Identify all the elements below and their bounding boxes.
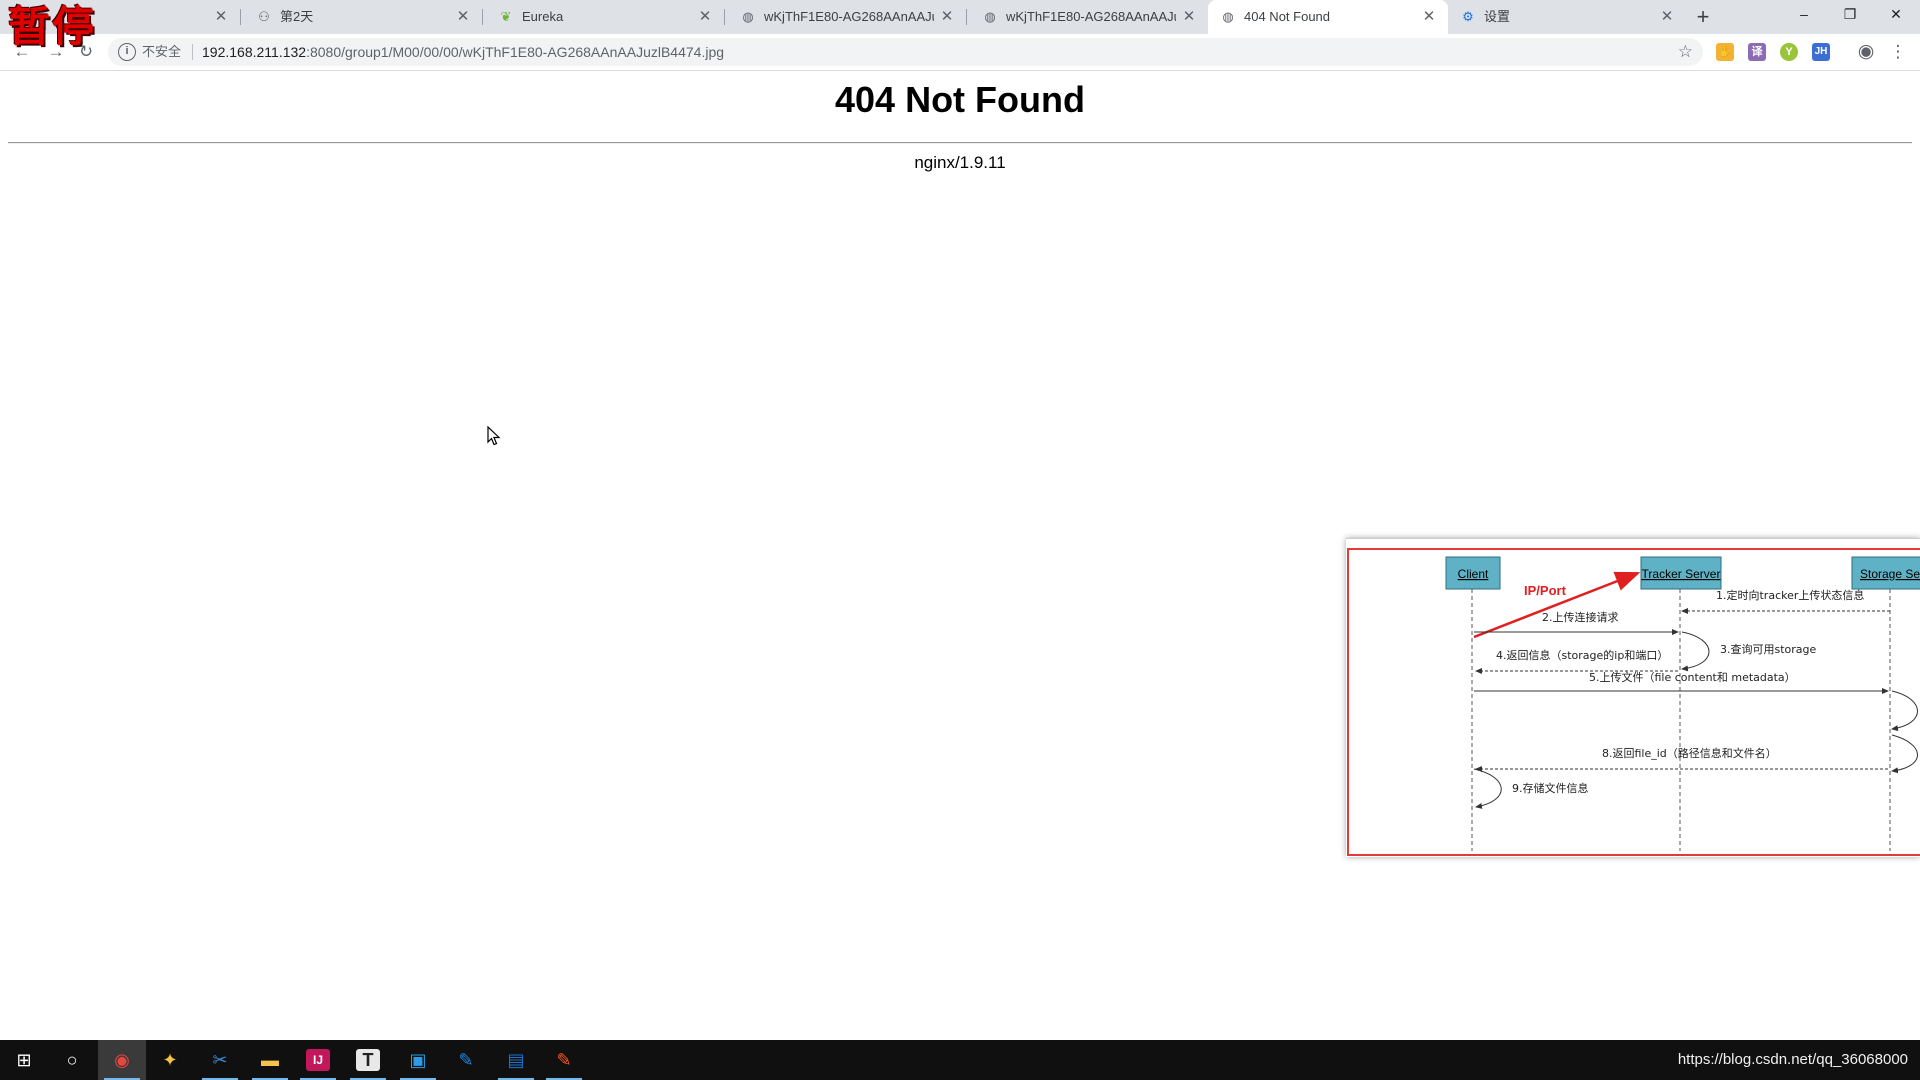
translate-icon[interactable]: 译 [1748, 43, 1766, 61]
restore-button[interactable]: ❐ [1827, 0, 1873, 30]
browser-tab-active[interactable]: ◍ 404 Not Found ✕ [1208, 0, 1448, 34]
taskbar: ⊞ ○ ◉ ✦ ✂ ▬ IJ T ▣ ✎ ▤ ✎ https://blog.cs… [0, 1040, 1920, 1080]
taskbar-app-recorder[interactable]: ✎ [540, 1040, 588, 1080]
globe-icon: ◍ [1222, 9, 1234, 24]
tab-close-icon[interactable]: ✕ [212, 8, 230, 26]
typora-icon: T [356, 1049, 380, 1071]
url-path: :8080/group1/M00/00/00/wKjThF1E80-AG268A… [306, 44, 725, 60]
message-label: 1.定时向tracker上传状态信息 [1716, 588, 1864, 602]
tab-title: wKjThF1E80-AG268AAnAAJuz [1006, 9, 1176, 24]
self-call-arrow [1681, 631, 1710, 672]
client-actor-label: Client [1458, 567, 1489, 581]
menu-icon[interactable]: ⋮ [1886, 40, 1910, 64]
message-label: 4.返回信息（storage的ip和端口） [1496, 648, 1668, 662]
sequence-diagram-panel: Client Tracker Server Storage Server IP/… [1346, 538, 1920, 857]
server-signature-text: nginx/1.9.11 [914, 153, 1006, 172]
tab-separator [482, 9, 483, 25]
page-title-text: 404 Not Found [835, 79, 1085, 120]
message-label: 2.上传连接请求 [1542, 611, 1619, 624]
divider [8, 142, 1912, 144]
tab-close-icon[interactable]: ✕ [696, 8, 714, 26]
tab-separator [966, 9, 967, 25]
browser-toolbar: ← → ↻ i 不安全 192.168.211.132:8080/group1/… [0, 34, 1920, 71]
minimize-button[interactable]: – [1781, 0, 1827, 30]
search-button[interactable]: ○ [48, 1040, 96, 1080]
mouse-pointer-icon [487, 426, 501, 446]
taskbar-app-squirrel[interactable]: ✦ [146, 1040, 194, 1080]
tab-title: Eureka [522, 9, 564, 24]
windows-start-icon: ⊞ [16, 1050, 32, 1070]
presentation-app-icon: ▤ [507, 1050, 525, 1070]
tab-title: 第2天 [280, 9, 314, 24]
tab-close-icon[interactable]: ✕ [1180, 8, 1198, 26]
recorder-app-icon: ✎ [556, 1050, 572, 1070]
taskbar-app-notes[interactable]: ▣ [394, 1040, 442, 1080]
url-host: 192.168.211.132 [202, 44, 307, 60]
taskbar-app-feather[interactable]: ✎ [442, 1040, 490, 1080]
tab-separator [724, 9, 725, 25]
cortana-search-icon: ○ [66, 1050, 78, 1070]
snipping-tool-icon: ✂ [212, 1050, 228, 1070]
browser-tab[interactable]: ◍ wKjThF1E80-AG268AAnAAJuz ✕ [728, 0, 966, 34]
leaf-icon: ❦ [500, 9, 512, 24]
storage-actor-label: Storage Server [1860, 567, 1920, 581]
account-icon[interactable]: ◉ [1854, 40, 1878, 64]
tab-title: wKjThF1E80-AG268AAnAAJuz [764, 9, 934, 24]
self-call-arrow [1891, 734, 1918, 774]
start-button[interactable]: ⊞ [0, 1040, 48, 1080]
browser-tab[interactable]: ❦ Eureka ✕ [486, 0, 724, 34]
divider [192, 44, 193, 60]
hand-icon[interactable]: ✋ [1716, 43, 1734, 61]
address-bar[interactable]: i 不安全 192.168.211.132:8080/group1/M00/00… [108, 38, 1703, 66]
browser-tab[interactable]: ◍ wKjThF1E80-AG268AAnAAJuz ✕ [970, 0, 1208, 34]
globe-icon: ◍ [742, 9, 754, 24]
file-explorer-icon: ▬ [261, 1050, 279, 1070]
new-tab-button[interactable]: + [1690, 5, 1716, 31]
squirrel-app-icon: ✦ [162, 1050, 178, 1070]
taskbar-app-explorer[interactable]: ▬ [246, 1040, 294, 1080]
taskbar-app-typora[interactable]: T [344, 1040, 392, 1080]
tab-close-icon[interactable]: ✕ [1420, 8, 1438, 26]
message-label: 8.返回file_id（路径信息和文件名） [1602, 746, 1777, 760]
tab-separator [240, 9, 241, 25]
tab-strip: ✕ ⚇ 第2天 ✕ ❦ Eureka ✕ ◍ wKjThF1E80-AG268A… [0, 0, 1920, 34]
mortarboard-icon: ⚇ [258, 9, 270, 24]
close-window-button[interactable]: ✕ [1873, 0, 1919, 30]
security-label: 不安全 [142, 44, 182, 59]
message-label: 5.上传文件（file content和 metadata） [1589, 670, 1796, 684]
taskbar-app-snipping[interactable]: ✂ [196, 1040, 244, 1080]
pause-overlay-text: 暂停 [8, 2, 97, 51]
self-call-arrow [1891, 690, 1918, 732]
notes-app-icon: ▣ [409, 1050, 427, 1070]
ip-port-label: IP/Port [1524, 583, 1567, 598]
tab-close-icon[interactable]: ✕ [1658, 8, 1676, 26]
page-title: 404 Not Found [0, 78, 1920, 122]
info-icon[interactable]: i [118, 43, 136, 61]
gear-icon: ⚙ [1462, 9, 1474, 24]
yandex-icon[interactable]: Y [1780, 43, 1798, 61]
bookmark-star-icon[interactable]: ☆ [1678, 42, 1693, 62]
browser-tab[interactable]: ⚙ 设置 ✕ [1448, 0, 1686, 34]
url-text[interactable]: 192.168.211.132:8080/group1/M00/00/00/wK… [202, 44, 724, 60]
tab-close-icon[interactable]: ✕ [454, 8, 472, 26]
message-label: 3.查询可用storage [1720, 642, 1817, 656]
jh-icon[interactable]: JH [1812, 43, 1830, 61]
feather-app-icon: ✎ [458, 1050, 474, 1070]
tab-title: 404 Not Found [1244, 9, 1331, 24]
self-call-arrow [1473, 768, 1502, 809]
taskbar-app-presentation[interactable]: ▤ [492, 1040, 540, 1080]
sequence-diagram: Client Tracker Server Storage Server IP/… [1347, 548, 1920, 856]
system-tray-watermark: https://blog.csdn.net/qq_36068000 [1677, 1051, 1908, 1068]
message-label: 9.存储文件信息 [1512, 781, 1589, 795]
tab-close-icon[interactable]: ✕ [938, 8, 956, 26]
chrome-icon: ◉ [114, 1050, 130, 1070]
browser-tab[interactable]: ⚇ 第2天 ✕ [244, 0, 482, 34]
server-signature: nginx/1.9.11 [0, 152, 1920, 174]
taskbar-app-intellij[interactable]: IJ [294, 1040, 342, 1080]
tracker-actor-label: Tracker Server [1642, 567, 1721, 581]
intellij-idea-icon: IJ [306, 1049, 330, 1071]
taskbar-app-chrome[interactable]: ◉ [98, 1040, 146, 1080]
tab-title: 设置 [1484, 9, 1511, 24]
globe-icon: ◍ [984, 9, 996, 24]
